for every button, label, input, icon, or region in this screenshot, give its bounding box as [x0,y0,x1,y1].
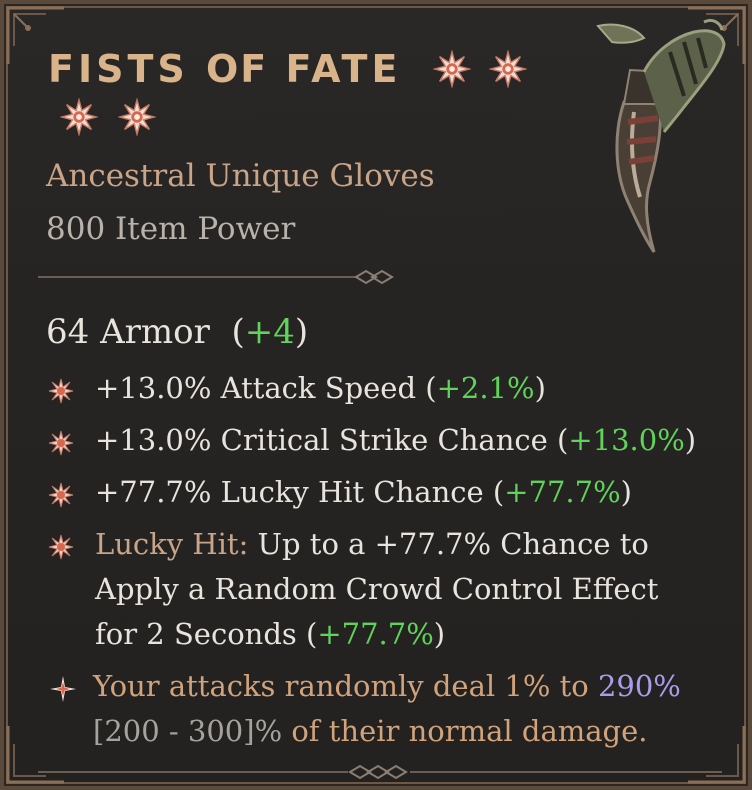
item-name-part: FATE [268,46,402,91]
paren: ) [433,617,446,651]
affix-bonus: +2.1% [436,371,535,405]
unique-power-icon [50,676,76,702]
gauntlet-icon [596,18,726,253]
affix-bullet-icon [48,378,74,404]
item-power: 800 Item Power [46,211,296,247]
item-tooltip: FISTS OF FATE Ancestral Unique Gloves 80… [0,0,752,790]
affix-bonus: +13.0% [568,423,685,457]
affix-text: +77.7% Lucky Hit Chance [95,475,493,509]
unique-power-text: Your attacks randomly deal 1% to [93,669,598,703]
affix-text: Up to a +77.7% Chance to [248,527,649,561]
paren: ( [425,371,437,405]
roll-value: 290% [597,669,681,703]
affix-text: for 2 Seconds [95,617,307,651]
greater-affix-star-icon [432,49,471,88]
affix-bullet-icon [48,482,74,508]
affix-bonus: +77.7% [504,475,621,509]
affix-bullet-icon [48,534,74,560]
section-divider [38,764,722,780]
armor-bonus: +4 [244,312,295,352]
unique-power-text: of their normal damage. [282,714,648,748]
item-name-part: FISTS [48,46,206,91]
paren: ( [306,617,318,651]
greater-affix-star-icon [60,98,98,136]
item-name: FISTS OF FATE [48,42,568,93]
section-divider [38,269,394,285]
item-name-part: OF [205,46,269,91]
armor-stat: 64 Armor (+4) [46,312,308,352]
affix-bonus: +77.7% [317,617,434,651]
item-type: Ancestral Unique Gloves [46,158,435,194]
greater-affix-star-icon [488,49,527,88]
armor-value: 64 Armor [46,312,210,352]
affix-text: +13.0% Critical Strike Chance [95,423,557,457]
paren: ( [492,475,505,509]
greater-affix-star-icon [118,98,156,136]
lucky-hit-label: Lucky Hit: [95,527,249,561]
affix-text: +13.0% Attack Speed [95,371,426,405]
greater-affix-stars [60,98,176,138]
paren: ( [557,423,569,457]
paren: ( [231,312,245,352]
paren: ) [684,423,697,457]
roll-range: [200 - 300]% [93,714,283,748]
paren: ) [620,475,632,509]
paren: ) [294,312,309,352]
affix-text: Apply a Random Crowd Control Effect [95,572,659,606]
affix-bullet-icon [48,430,74,456]
paren: ) [534,371,546,405]
